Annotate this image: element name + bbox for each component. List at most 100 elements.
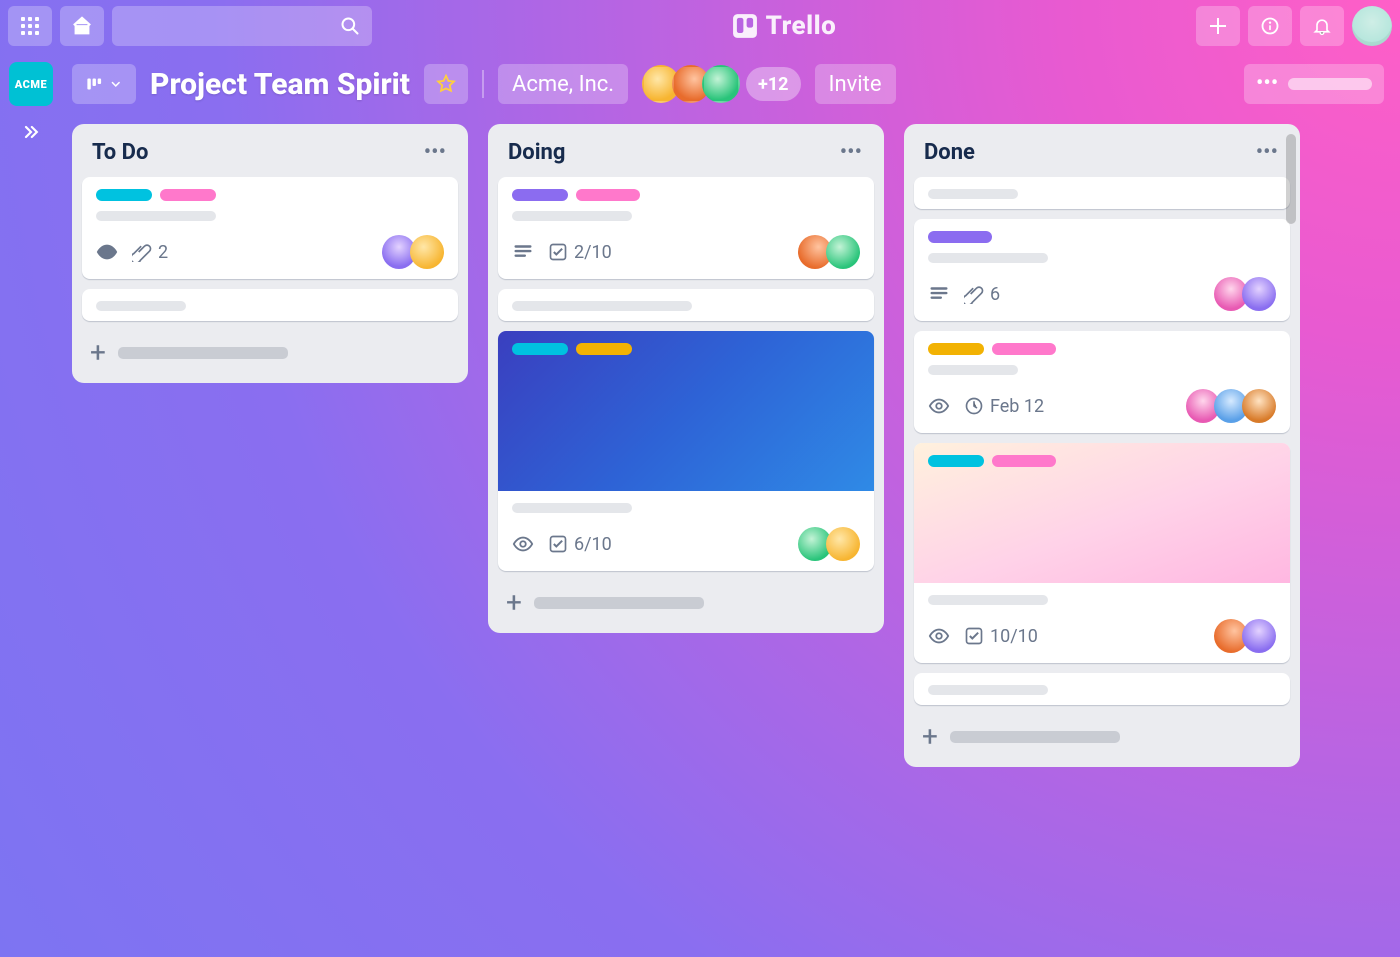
list-title[interactable]: Doing xyxy=(508,140,565,165)
info-button[interactable] xyxy=(1248,6,1292,46)
card[interactable]: 10/10 xyxy=(914,443,1290,663)
checklist-badge: 10/10 xyxy=(964,626,1038,647)
create-button[interactable] xyxy=(1196,6,1240,46)
checklist-badge: 2/10 xyxy=(548,242,612,263)
card-members xyxy=(1214,619,1276,653)
board-view-switcher[interactable] xyxy=(72,64,136,104)
list-scrollbar[interactable] xyxy=(1286,134,1296,224)
card-title-placeholder xyxy=(512,503,632,513)
app-window: Trello xyxy=(0,0,1400,957)
attachments-count: 2 xyxy=(158,242,168,263)
board-title[interactable]: Project Team Spirit xyxy=(150,67,410,102)
card[interactable]: 2 xyxy=(82,177,458,279)
checklist-icon xyxy=(548,534,568,554)
label-cyan[interactable] xyxy=(512,343,568,355)
card-members xyxy=(798,235,860,269)
card-title-placeholder xyxy=(512,301,692,311)
card[interactable] xyxy=(914,177,1290,209)
side-rail: ACME xyxy=(0,52,62,957)
user-avatar[interactable] xyxy=(1352,6,1392,46)
plus-icon: + xyxy=(922,723,938,751)
team-switcher[interactable]: Acme, Inc. xyxy=(498,64,628,104)
menu-label-placeholder xyxy=(1288,78,1372,90)
watch-badge xyxy=(96,241,118,263)
checklist-icon xyxy=(964,626,984,646)
search-icon xyxy=(340,16,360,36)
label-cyan[interactable] xyxy=(96,189,152,201)
info-icon xyxy=(1260,16,1280,36)
list-title[interactable]: Done xyxy=(924,140,975,165)
label-pink[interactable] xyxy=(992,343,1056,355)
label-pink[interactable] xyxy=(992,455,1056,467)
add-card-button[interactable]: + xyxy=(914,715,1290,757)
eye-icon xyxy=(512,533,534,555)
card[interactable]: 6 xyxy=(914,219,1290,321)
member-avatar[interactable] xyxy=(410,235,444,269)
trello-icon xyxy=(732,13,758,39)
app-logo: Trello xyxy=(380,11,1188,41)
plus-icon xyxy=(1209,17,1227,35)
card-title-placeholder xyxy=(928,253,1048,263)
card-cover xyxy=(498,331,874,491)
list-header: Doing ••• xyxy=(498,136,874,167)
apps-menu-button[interactable] xyxy=(8,6,52,46)
card[interactable] xyxy=(914,673,1290,705)
eye-icon xyxy=(928,625,950,647)
search-input[interactable] xyxy=(112,6,372,46)
add-card-button[interactable]: + xyxy=(498,581,874,623)
due-date-badge: Feb 12 xyxy=(964,396,1044,417)
plus-icon: + xyxy=(506,589,522,617)
member-avatar[interactable] xyxy=(1242,277,1276,311)
members-overflow[interactable]: +12 xyxy=(746,67,800,101)
checklist-badge: 6/10 xyxy=(548,534,612,555)
label-purple[interactable] xyxy=(928,231,992,243)
member-avatar[interactable] xyxy=(1242,389,1276,423)
label-pink[interactable] xyxy=(576,189,640,201)
description-badge xyxy=(512,241,534,263)
top-nav: Trello xyxy=(0,0,1400,52)
star-board-button[interactable] xyxy=(424,64,468,104)
card-labels xyxy=(96,189,444,201)
invite-button[interactable]: Invite xyxy=(815,64,896,104)
card[interactable]: 6/10 xyxy=(498,331,874,571)
board-members[interactable]: +12 xyxy=(642,65,800,103)
expand-sidebar-button[interactable] xyxy=(17,118,45,146)
list-doing: Doing ••• xyxy=(488,124,884,633)
chevron-down-icon xyxy=(110,77,122,91)
card-title-placeholder xyxy=(928,685,1048,695)
card-labels xyxy=(928,343,1276,355)
member-avatar[interactable] xyxy=(826,235,860,269)
card-title-placeholder xyxy=(928,189,1018,199)
card[interactable] xyxy=(82,289,458,321)
card-title-placeholder xyxy=(928,595,1048,605)
member-avatar[interactable] xyxy=(826,527,860,561)
list-menu-button[interactable]: ••• xyxy=(420,140,450,165)
label-purple[interactable] xyxy=(512,189,568,201)
list-title[interactable]: To Do xyxy=(92,140,148,165)
card[interactable]: Feb 12 xyxy=(914,331,1290,433)
list-header: To Do ••• xyxy=(82,136,458,167)
header-divider xyxy=(482,70,484,98)
label-yellow[interactable] xyxy=(576,343,632,355)
bell-icon xyxy=(1312,16,1332,36)
list-menu-button[interactable]: ••• xyxy=(836,140,866,165)
label-yellow[interactable] xyxy=(928,343,984,355)
more-icon: ••• xyxy=(1256,73,1278,95)
board-menu-button[interactable]: ••• xyxy=(1244,64,1384,104)
label-cyan[interactable] xyxy=(928,455,984,467)
member-avatar[interactable] xyxy=(1242,619,1276,653)
add-card-button[interactable]: + xyxy=(82,331,458,373)
member-avatar[interactable] xyxy=(702,65,740,103)
workspace-badge[interactable]: ACME xyxy=(9,62,53,106)
board-lists: To Do ••• xyxy=(62,116,1400,957)
top-nav-right xyxy=(1196,6,1392,46)
notifications-button[interactable] xyxy=(1300,6,1344,46)
plus-icon: + xyxy=(90,339,106,367)
add-card-placeholder xyxy=(118,347,288,359)
home-button[interactable] xyxy=(60,6,104,46)
list-menu-button[interactable]: ••• xyxy=(1252,140,1282,165)
eye-icon xyxy=(928,395,950,417)
card[interactable] xyxy=(498,289,874,321)
card[interactable]: 2/10 xyxy=(498,177,874,279)
label-pink[interactable] xyxy=(160,189,216,201)
